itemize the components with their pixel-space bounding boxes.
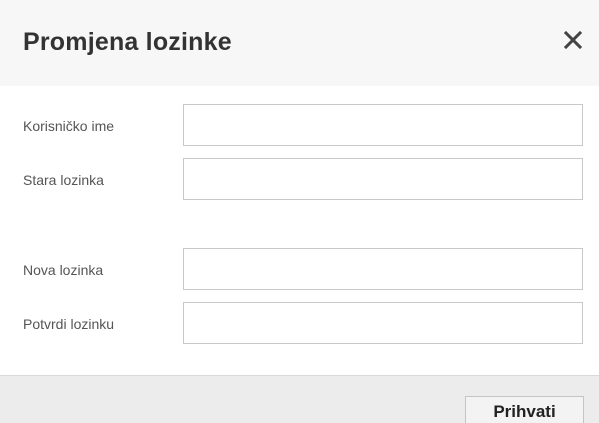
- old-password-input[interactable]: [183, 158, 583, 200]
- old-password-row: Stara lozinka: [0, 158, 599, 202]
- dialog-body: Korisničko ime Stara lozinka Nova lozink…: [0, 86, 599, 375]
- close-icon: [561, 28, 585, 52]
- confirm-password-label: Potvrdi lozinku: [23, 316, 115, 332]
- close-button[interactable]: [561, 28, 585, 52]
- dialog-title: Promjena lozinke: [23, 28, 232, 56]
- accept-button[interactable]: Prihvati: [465, 396, 584, 423]
- dialog-footer: Prihvati: [0, 375, 599, 423]
- new-password-label: Nova lozinka: [23, 262, 104, 278]
- confirm-password-input[interactable]: [183, 302, 583, 344]
- confirm-password-row: Potvrdi lozinku: [0, 302, 599, 346]
- username-row: Korisničko ime: [0, 104, 599, 148]
- change-password-dialog: Promjena lozinke Korisničko ime Stara lo…: [0, 0, 599, 423]
- new-password-row: Nova lozinka: [0, 248, 599, 292]
- username-label: Korisničko ime: [23, 118, 115, 134]
- username-input[interactable]: [183, 104, 583, 146]
- new-password-input[interactable]: [183, 248, 583, 290]
- dialog-header: Promjena lozinke: [0, 0, 599, 86]
- old-password-label: Stara lozinka: [23, 172, 104, 188]
